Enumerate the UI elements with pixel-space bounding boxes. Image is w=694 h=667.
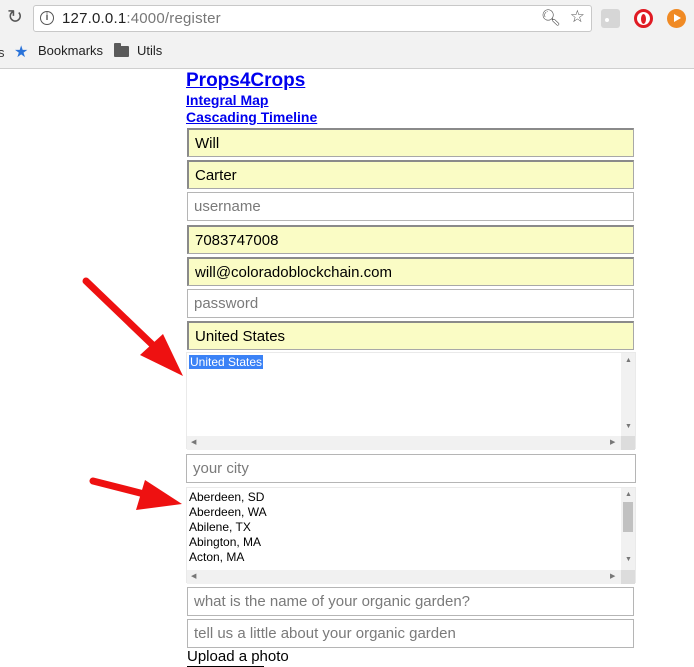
- annotation-arrows: [82, 277, 183, 510]
- annotation-arrow-city: [89, 477, 182, 510]
- annotation-arrow-country: [82, 277, 183, 376]
